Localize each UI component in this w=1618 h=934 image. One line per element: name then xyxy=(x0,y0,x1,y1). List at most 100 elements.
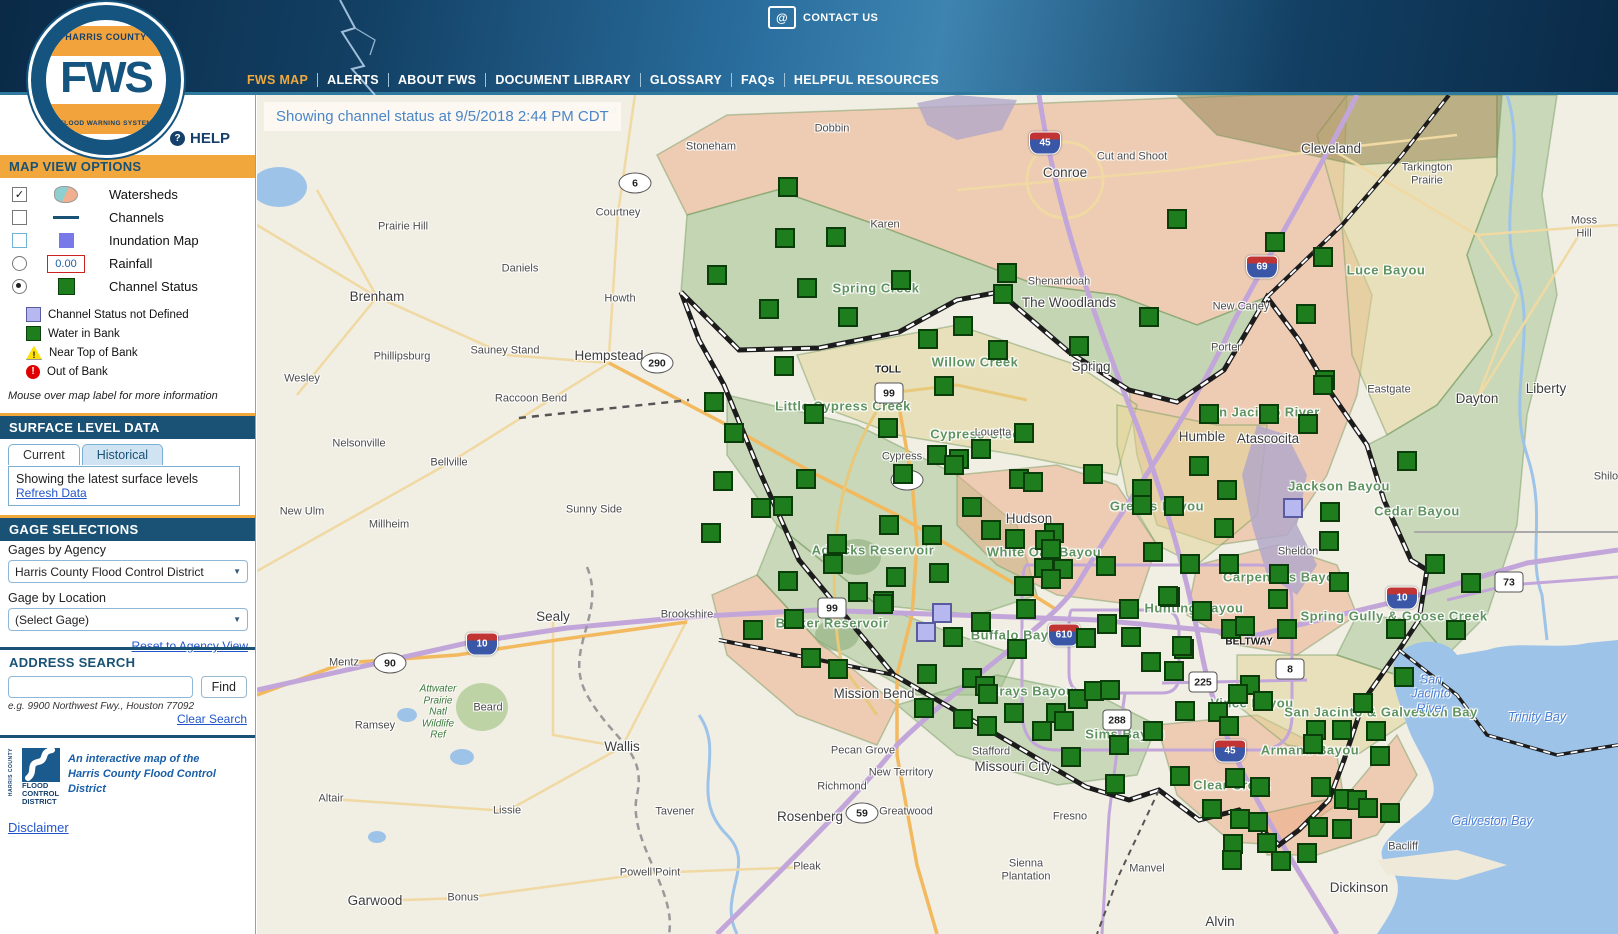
channel-status-marker-water-in-bank[interactable] xyxy=(1265,232,1285,252)
channel-status-marker-water-in-bank[interactable] xyxy=(914,698,934,718)
channel-status-marker-water-in-bank[interactable] xyxy=(1189,456,1209,476)
channel-status-marker-water-in-bank[interactable] xyxy=(943,627,963,647)
channel-status-marker-water-in-bank[interactable] xyxy=(1016,599,1036,619)
nav-item-about-fws[interactable]: ABOUT FWS xyxy=(389,73,486,87)
map-canvas[interactable]: Showing channel status at 9/5/2018 2:44 … xyxy=(257,95,1618,934)
channel-status-marker-water-in-bank[interactable] xyxy=(823,554,843,574)
channel-status-marker-water-in-bank[interactable] xyxy=(1313,375,1333,395)
channel-status-marker-water-in-bank[interactable] xyxy=(978,684,998,704)
agency-select[interactable]: Harris County Flood Control District ▼ xyxy=(8,560,248,583)
channel-status-marker-water-in-bank[interactable] xyxy=(886,567,906,587)
channel-status-marker-water-in-bank[interactable] xyxy=(704,392,724,412)
channel-status-marker-water-in-bank[interactable] xyxy=(775,228,795,248)
channel-status-marker-water-in-bank[interactable] xyxy=(1004,703,1024,723)
contact-us-button[interactable]: @ CONTACT US xyxy=(768,6,878,29)
clear-search-link[interactable]: Clear Search xyxy=(0,712,255,726)
channel-status-marker-water-in-bank[interactable] xyxy=(1332,819,1352,839)
channel-status-marker-water-in-bank[interactable] xyxy=(1353,693,1373,713)
channel-status-marker-water-in-bank[interactable] xyxy=(1370,746,1390,766)
channel-status-marker-water-in-bank[interactable] xyxy=(1199,404,1219,424)
channel-status-marker-water-in-bank[interactable] xyxy=(1023,472,1043,492)
channel-status-marker-water-in-bank[interactable] xyxy=(1143,721,1163,741)
channel-status-marker-water-in-bank[interactable] xyxy=(773,496,793,516)
channel-status-marker-water-in-bank[interactable] xyxy=(918,329,938,349)
channel-status-marker-water-in-bank[interactable] xyxy=(848,582,868,602)
help-button[interactable]: ? HELP xyxy=(170,130,230,147)
channel-status-marker-water-in-bank[interactable] xyxy=(1268,589,1288,609)
channel-status-marker-water-in-bank[interactable] xyxy=(1296,304,1316,324)
channel-status-marker-water-in-bank[interactable] xyxy=(977,716,997,736)
channel-status-marker-water-in-bank[interactable] xyxy=(1332,720,1352,740)
nav-item-alerts[interactable]: ALERTS xyxy=(318,73,389,87)
channel-status-marker-water-in-bank[interactable] xyxy=(953,316,973,336)
channel-status-marker-water-in-bank[interactable] xyxy=(724,423,744,443)
channel-status-marker-water-in-bank[interactable] xyxy=(1132,495,1152,515)
layer-radio-channel-status[interactable] xyxy=(12,279,27,294)
channel-status-marker-water-in-bank[interactable] xyxy=(801,648,821,668)
channel-status-marker-water-in-bank[interactable] xyxy=(1217,480,1237,500)
channel-status-marker-water-in-bank[interactable] xyxy=(993,284,1013,304)
channel-status-marker-water-in-bank[interactable] xyxy=(1225,768,1245,788)
channel-status-marker-water-in-bank[interactable] xyxy=(1250,777,1270,797)
channel-status-marker-water-in-bank[interactable] xyxy=(1397,451,1417,471)
address-search-input[interactable] xyxy=(8,676,193,698)
channel-status-marker-water-in-bank[interactable] xyxy=(878,418,898,438)
channel-status-marker-water-in-bank[interactable] xyxy=(944,455,964,475)
channel-status-marker-water-in-bank[interactable] xyxy=(1219,716,1239,736)
channel-status-marker-water-in-bank[interactable] xyxy=(1096,556,1116,576)
channel-status-marker-water-in-bank[interactable] xyxy=(1222,850,1242,870)
layer-checkbox-watersheds[interactable]: ✓ xyxy=(12,187,27,202)
channel-status-marker-water-in-bank[interactable] xyxy=(1054,711,1074,731)
channel-status-marker-water-in-bank[interactable] xyxy=(1143,542,1163,562)
channel-status-marker-water-in-bank[interactable] xyxy=(838,307,858,327)
channel-status-marker-water-in-bank[interactable] xyxy=(1311,777,1331,797)
channel-status-marker-water-in-bank[interactable] xyxy=(1248,812,1268,832)
channel-status-marker-water-in-bank[interactable] xyxy=(1192,601,1212,621)
layer-radio-rainfall[interactable] xyxy=(12,256,27,271)
channel-status-marker-water-in-bank[interactable] xyxy=(1394,667,1414,687)
channel-status-marker-water-in-bank[interactable] xyxy=(953,709,973,729)
channel-status-marker-water-in-bank[interactable] xyxy=(1303,734,1323,754)
channel-status-marker-water-in-bank[interactable] xyxy=(826,227,846,247)
channel-status-marker-water-in-bank[interactable] xyxy=(1214,518,1234,538)
channel-status-marker-water-in-bank[interactable] xyxy=(774,356,794,376)
channel-status-marker-water-in-bank[interactable] xyxy=(1041,539,1061,559)
channel-status-marker-water-in-bank[interactable] xyxy=(873,594,893,614)
nav-item-glossary[interactable]: GLOSSARY xyxy=(641,73,732,87)
channel-status-marker-water-in-bank[interactable] xyxy=(1014,576,1034,596)
channel-status-marker-water-in-bank[interactable] xyxy=(988,340,1008,360)
layer-checkbox-inundation-map[interactable] xyxy=(12,233,27,248)
channel-status-marker-water-in-bank[interactable] xyxy=(879,515,899,535)
channel-status-marker-water-in-bank[interactable] xyxy=(1100,680,1120,700)
channel-status-marker-water-in-bank[interactable] xyxy=(1167,209,1187,229)
channel-status-marker-water-in-bank[interactable] xyxy=(1061,747,1081,767)
nav-item-document-library[interactable]: DOCUMENT LIBRARY xyxy=(486,73,641,87)
channel-status-marker-water-in-bank[interactable] xyxy=(1461,573,1481,593)
channel-status-marker-water-in-bank[interactable] xyxy=(981,520,1001,540)
channel-status-marker-water-in-bank[interactable] xyxy=(1141,652,1161,672)
channel-status-marker-water-in-bank[interactable] xyxy=(962,497,982,517)
disclaimer-link[interactable]: Disclaimer xyxy=(8,820,247,835)
channel-status-marker-water-in-bank[interactable] xyxy=(1119,599,1139,619)
channel-status-marker-water-in-bank[interactable] xyxy=(743,620,763,640)
channel-status-marker-water-in-bank[interactable] xyxy=(1041,569,1061,589)
channel-status-marker-water-in-bank[interactable] xyxy=(1032,721,1052,741)
channel-status-marker-water-in-bank[interactable] xyxy=(1297,843,1317,863)
channel-status-marker-water-in-bank[interactable] xyxy=(1069,336,1089,356)
channel-status-marker-water-in-bank[interactable] xyxy=(1158,586,1178,606)
channel-status-marker-water-in-bank[interactable] xyxy=(1139,307,1159,327)
channel-status-marker-water-in-bank[interactable] xyxy=(1235,616,1255,636)
channel-status-marker-water-in-bank[interactable] xyxy=(1259,404,1279,424)
channel-status-marker-water-in-bank[interactable] xyxy=(893,464,913,484)
channel-status-marker-water-in-bank[interactable] xyxy=(1005,529,1025,549)
channel-status-marker-water-in-bank[interactable] xyxy=(1257,833,1277,853)
channel-status-marker-water-in-bank[interactable] xyxy=(1269,564,1289,584)
channel-status-marker-water-in-bank[interactable] xyxy=(827,534,847,554)
channel-status-marker-water-in-bank[interactable] xyxy=(751,498,771,518)
channel-status-marker-water-in-bank[interactable] xyxy=(1313,247,1333,267)
channel-status-marker-water-in-bank[interactable] xyxy=(1109,735,1129,755)
channel-status-marker-water-in-bank[interactable] xyxy=(797,278,817,298)
channel-status-marker-water-in-bank[interactable] xyxy=(1172,636,1192,656)
nav-item-helpful-resources[interactable]: HELPFUL RESOURCES xyxy=(785,73,948,87)
channel-status-marker-water-in-bank[interactable] xyxy=(1230,809,1250,829)
